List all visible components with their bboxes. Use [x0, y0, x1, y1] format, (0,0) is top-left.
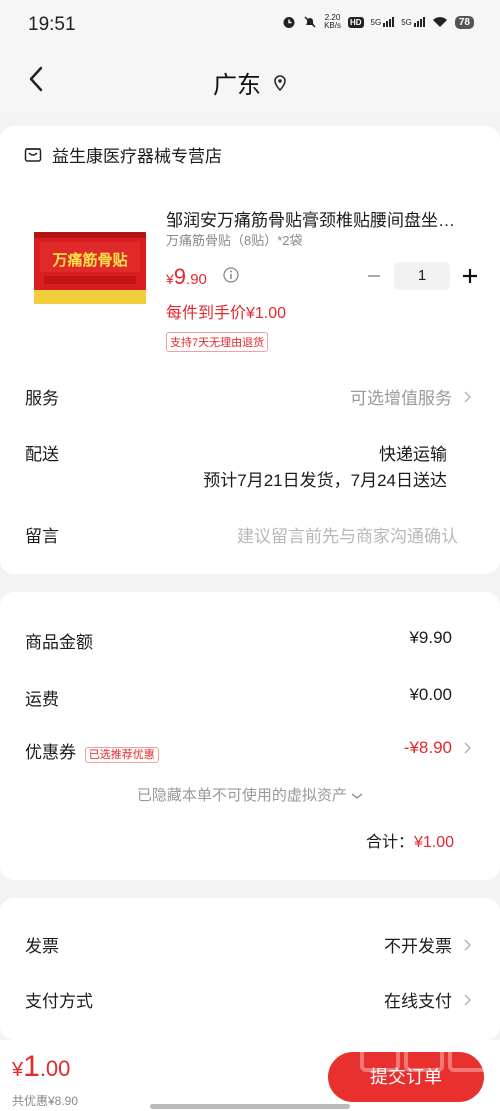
- chevron-right-icon: [464, 742, 471, 754]
- chevron-right-icon: [464, 994, 471, 1005]
- service-value: 可选增值服务: [350, 389, 452, 408]
- network-speed: 2.20 KB/s: [324, 14, 341, 30]
- delivery-schedule: 预计7月21日发货，7月24日送达: [203, 471, 447, 490]
- message-input[interactable]: 建议留言前先与商家沟通确认: [237, 522, 458, 547]
- message-placeholder: 建议留言前先与商家沟通确认: [237, 527, 458, 546]
- battery-icon: 78: [454, 15, 474, 29]
- service-selector[interactable]: 可选增值服务: [350, 384, 472, 409]
- goods-amount-label: 商品金额: [25, 633, 93, 652]
- minus-icon: [368, 275, 380, 277]
- invoice-label: 发票: [25, 937, 59, 956]
- product-image-text: 万痛筋骨贴: [51, 251, 127, 269]
- store-name: 益生康医疗器械专营店: [52, 147, 222, 166]
- shipping-value: ¥0.00: [409, 685, 452, 704]
- coupon-selector[interactable]: -¥8.90: [404, 738, 472, 758]
- product-title[interactable]: 邹润安万痛筋骨贴膏颈椎贴腰间盘坐…: [166, 206, 476, 231]
- payment-method-selector[interactable]: 在线支付: [384, 987, 472, 1012]
- network-type-1: 5G: [370, 18, 382, 27]
- price-summary-card: 商品金额 ¥9.90 运费 ¥0.00 优惠券 已选推荐优惠 -¥8.90 已隐…: [0, 592, 500, 880]
- page-title: 广东: [213, 72, 261, 99]
- checkout-decimal: .00: [39, 1056, 71, 1081]
- increase-button[interactable]: [458, 263, 482, 289]
- payment-method-value: 在线支付: [384, 992, 452, 1011]
- status-icons: 2.20 KB/s HD 5G 5G 78: [282, 14, 474, 30]
- invoice-selector[interactable]: 不开发票: [384, 932, 472, 957]
- total-discount: 共优惠¥8.90: [12, 1094, 79, 1108]
- message-label: 留言: [25, 527, 59, 546]
- plus-icon: [463, 269, 477, 283]
- quantity-input[interactable]: 1: [394, 262, 450, 290]
- signal-icon: 5G: [371, 17, 395, 27]
- product-spec[interactable]: 万痛筋骨贴（8贴）*2袋: [166, 230, 303, 249]
- checkout-total: ¥ 1 .00: [12, 1050, 70, 1084]
- delivery-label: 配送: [25, 445, 59, 464]
- signal-icon-2: 5G: [401, 17, 425, 27]
- checkout-currency: ¥: [12, 1059, 24, 1081]
- invoice-value: 不开发票: [384, 937, 452, 956]
- chevron-right-icon: [464, 939, 471, 950]
- watermark-logo: [360, 1028, 488, 1072]
- delivery-method: 快递运输: [379, 445, 447, 464]
- coupon-label: 优惠券: [25, 743, 76, 762]
- status-time: 19:51: [28, 14, 76, 35]
- total-label: 合计：: [365, 834, 414, 851]
- hd-icon: HD: [347, 16, 364, 28]
- order-item-card: 益生康医疗器械专营店 万痛筋骨贴 邹润安万痛筋骨贴膏颈椎贴腰间盘坐… 万痛筋骨贴…: [0, 126, 500, 574]
- payment-method-label: 支付方式: [25, 992, 93, 1011]
- status-bar: 19:51 2.20 KB/s HD 5G 5G 78: [0, 0, 500, 50]
- alarm-icon: [282, 15, 296, 29]
- hidden-assets-text: 已隐藏本单不可使用的虚拟资产: [136, 787, 347, 804]
- goods-amount-value: ¥9.90: [409, 628, 452, 647]
- location-pin-icon[interactable]: [273, 74, 287, 91]
- decrease-button[interactable]: [362, 263, 386, 289]
- product-price: ¥ 9 .90: [166, 264, 207, 290]
- price-integer: 9: [173, 264, 187, 289]
- return-policy-badge: 支持7天无理由退货: [166, 332, 269, 352]
- quantity-stepper: 1: [362, 262, 482, 290]
- coupon-row-label: 优惠券 已选推荐优惠: [25, 738, 159, 763]
- chevron-down-icon: [351, 793, 363, 799]
- unit-price: 每件到手价¥1.00: [166, 305, 287, 322]
- chevron-right-icon: [464, 391, 471, 402]
- nav-bar: 广东: [0, 50, 500, 112]
- home-indicator[interactable]: [150, 1104, 350, 1109]
- order-total: 合计：¥1.00: [366, 828, 454, 852]
- shipping-label: 运费: [25, 690, 59, 709]
- info-icon[interactable]: [222, 266, 240, 289]
- hidden-assets-toggle[interactable]: 已隐藏本单不可使用的虚拟资产: [0, 784, 500, 805]
- store-icon: [24, 147, 42, 162]
- page-title-container: 广东: [0, 65, 500, 100]
- product-image[interactable]: 万痛筋骨贴: [34, 232, 146, 304]
- service-label: 服务: [25, 389, 59, 408]
- price-currency: ¥: [166, 271, 174, 287]
- speed-unit: KB/s: [324, 21, 341, 30]
- mute-icon: [303, 15, 317, 29]
- store-header[interactable]: 益生康医疗器械专营店: [24, 142, 222, 167]
- coupon-badge: 已选推荐优惠: [84, 746, 159, 763]
- total-value: ¥1.00: [413, 834, 454, 851]
- wifi-icon: [432, 16, 448, 28]
- network-type-2: 5G: [401, 18, 412, 27]
- price-decimal: .90: [186, 271, 207, 288]
- checkout-integer: 1: [23, 1050, 40, 1083]
- coupon-value: -¥8.90: [403, 738, 452, 757]
- invoice-payment-card: 发票 不开发票 支付方式 在线支付: [0, 898, 500, 1040]
